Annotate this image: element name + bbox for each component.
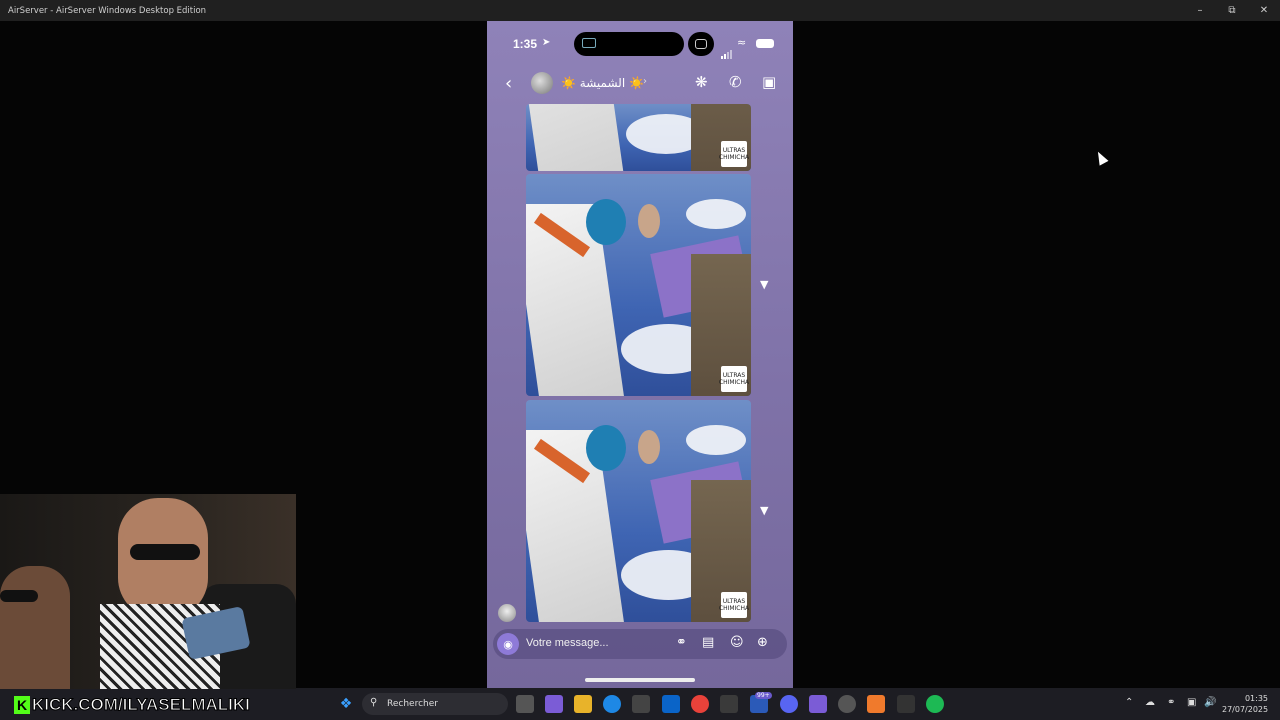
wifi-icon: ≈	[737, 36, 747, 49]
status-bar: 1:35 ➤ ≈	[487, 31, 793, 59]
search-icon: ⚲	[370, 697, 378, 708]
store-icon[interactable]	[632, 695, 650, 713]
start-icon[interactable]: ❖	[337, 695, 355, 713]
spotify-icon[interactable]	[926, 695, 944, 713]
airplay-icon	[582, 38, 596, 48]
mouse-cursor-icon	[1093, 149, 1109, 166]
window-title-bar: AirServer - AirServer Windows Desktop Ed…	[0, 0, 1280, 21]
restore-button[interactable]: ⧉	[1216, 0, 1248, 21]
minimize-button[interactable]: –	[1184, 0, 1216, 21]
chat-title-text: الشميشة	[579, 76, 626, 90]
taskbar-search[interactable]: ⚲ Rechercher	[362, 693, 508, 715]
airserver-icon[interactable]	[720, 695, 738, 713]
clock-time: 01:35	[1244, 694, 1268, 703]
mic-tray-icon[interactable]: ⚭	[1167, 697, 1175, 708]
kick-channel-banner: K KICK.COM/ILYASELMALIKI	[14, 694, 254, 715]
home-indicator	[585, 678, 695, 682]
edge-icon[interactable]	[603, 695, 621, 713]
chevron-right-icon: ›	[643, 76, 647, 87]
onedrive-icon[interactable]: ☁	[1145, 697, 1155, 708]
obs-icon[interactable]	[838, 695, 856, 713]
kick-channel-text: KICK.COM/ILYASELMALIKI	[32, 694, 251, 714]
chat-title[interactable]: ☀️ الشميشة ☀️	[561, 76, 644, 90]
phone-call-icon[interactable]: ✆	[729, 73, 742, 91]
chat-header: ‹ ☀️ الشميشة ☀️ › ❋ ✆ ▣	[487, 69, 793, 99]
status-time: 1:35	[513, 37, 538, 51]
copilot-icon[interactable]	[545, 695, 563, 713]
ultras-logo: ULTRAS CHIMICHA	[719, 141, 749, 167]
group-avatar[interactable]	[531, 72, 553, 94]
kick-logo-icon: K	[14, 695, 30, 714]
effects-icon[interactable]: ❋	[695, 73, 708, 91]
video-call-icon[interactable]: ▣	[762, 73, 776, 91]
clock-date: 27/07/2025	[1222, 705, 1269, 714]
taskbar-clock[interactable]: 01:35 27/07/2025	[1222, 693, 1268, 715]
shared-media-3[interactable]: ULTRAS CHIMICHA	[526, 400, 751, 622]
message-composer[interactable]: ◉ Votre message... ⚭ ▤ ☺ ⊕	[493, 629, 787, 659]
location-arrow-icon: ➤	[542, 37, 551, 48]
file-explorer-icon[interactable]	[574, 695, 592, 713]
ableton-icon[interactable]	[867, 695, 885, 713]
ultras-logo: ULTRAS CHIMICHA	[719, 366, 749, 392]
search-label: Rechercher	[387, 699, 438, 709]
volume-icon[interactable]: 🔊	[1204, 697, 1216, 708]
task-view-icon[interactable]	[516, 695, 534, 713]
back-icon[interactable]: ‹	[505, 73, 512, 94]
gamepad-icon[interactable]	[809, 695, 827, 713]
dynamic-island	[574, 32, 684, 56]
shared-media-2[interactable]: ULTRAS CHIMICHA	[526, 174, 751, 396]
mirrored-phone-screen: 1:35 ➤ ≈ ‹ ☀️ الشميشة ☀️ › ❋ ✆ ▣ ULTRAS …	[487, 21, 793, 688]
outlook-icon[interactable]	[662, 695, 680, 713]
screen-mirror-indicator	[688, 32, 714, 56]
sticker-icon[interactable]: ☺	[730, 635, 744, 650]
camera-icon[interactable]: ◉	[497, 633, 519, 655]
battery-icon	[756, 39, 774, 48]
sender-avatar[interactable]	[498, 604, 516, 622]
signal-icon	[721, 40, 733, 59]
microphone-icon[interactable]: ⚭	[676, 635, 687, 650]
notification-badge: 99+	[755, 692, 772, 699]
webcam-overlay	[0, 494, 296, 689]
gallery-icon[interactable]: ▤	[702, 635, 714, 650]
chrome-icon[interactable]	[691, 695, 709, 713]
discord-icon[interactable]	[780, 695, 798, 713]
share-icon[interactable]: ▼	[760, 504, 768, 517]
network-icon[interactable]: ▣	[1187, 697, 1196, 708]
shared-media-1[interactable]: ULTRAS CHIMICHA	[526, 104, 751, 171]
ultras-logo: ULTRAS CHIMICHA	[719, 592, 749, 618]
audio-app-icon[interactable]	[897, 695, 915, 713]
close-button[interactable]: ✕	[1248, 0, 1280, 21]
add-icon[interactable]: ⊕	[757, 635, 768, 650]
mirror-icon	[695, 39, 707, 49]
share-icon[interactable]: ▼	[760, 278, 768, 291]
message-input[interactable]: Votre message...	[526, 637, 609, 649]
window-title: AirServer - AirServer Windows Desktop Ed…	[8, 5, 207, 16]
tray-chevron-icon[interactable]: ⌃	[1125, 697, 1133, 708]
